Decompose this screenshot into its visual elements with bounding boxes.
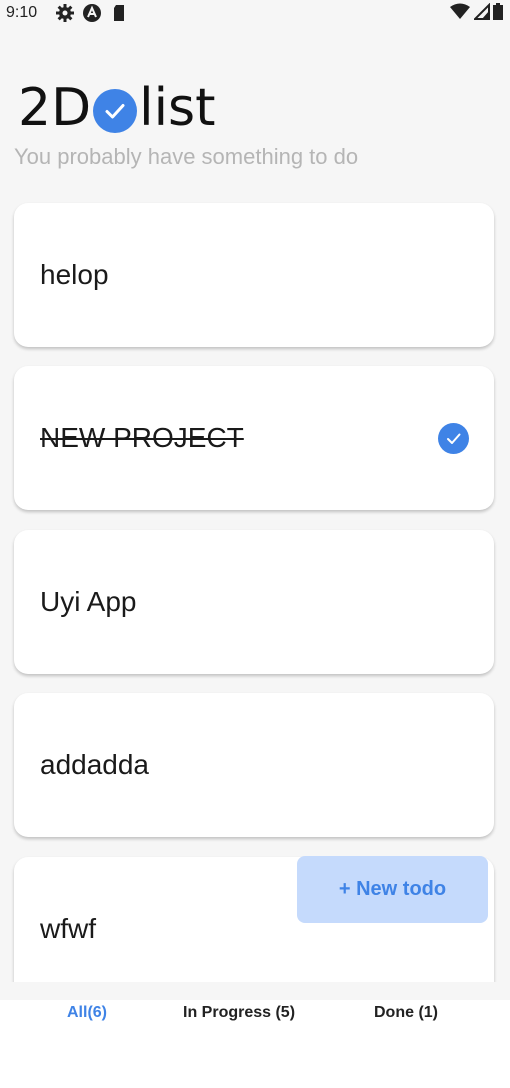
todo-list-area[interactable]: 2D list You probably have something to d…	[0, 0, 510, 982]
todo-card[interactable]: NEW PROJECT	[14, 366, 494, 510]
checkmark-icon[interactable]	[438, 423, 469, 454]
todo-text: addadda	[40, 749, 150, 780]
todo-text: Uyi App	[40, 586, 137, 617]
todo-card[interactable]: Uyi App	[14, 530, 494, 674]
todo-text: helop	[40, 259, 109, 290]
tab-done[interactable]: Done (1)	[374, 1004, 438, 1022]
page-subtitle: You probably have something to do	[14, 144, 359, 169]
tab-in-progress[interactable]: In Progress (5)	[183, 1004, 295, 1022]
todo-card[interactable]: helop	[14, 203, 494, 347]
logo-prefix: 2D	[18, 78, 92, 138]
todo-card[interactable]: addadda	[14, 693, 494, 837]
tab-all[interactable]: All(6)	[67, 1004, 107, 1022]
todo-text: wfwf	[40, 913, 96, 944]
tab-bar: All(6) In Progress (5) Done (1)	[0, 1000, 510, 1088]
logo-suffix: list	[139, 78, 216, 138]
logo-check-icon	[93, 86, 138, 133]
new-todo-button[interactable]: + New todo	[297, 856, 488, 923]
app-logo: 2D list	[18, 78, 216, 138]
todo-text: NEW PROJECT	[40, 422, 244, 453]
